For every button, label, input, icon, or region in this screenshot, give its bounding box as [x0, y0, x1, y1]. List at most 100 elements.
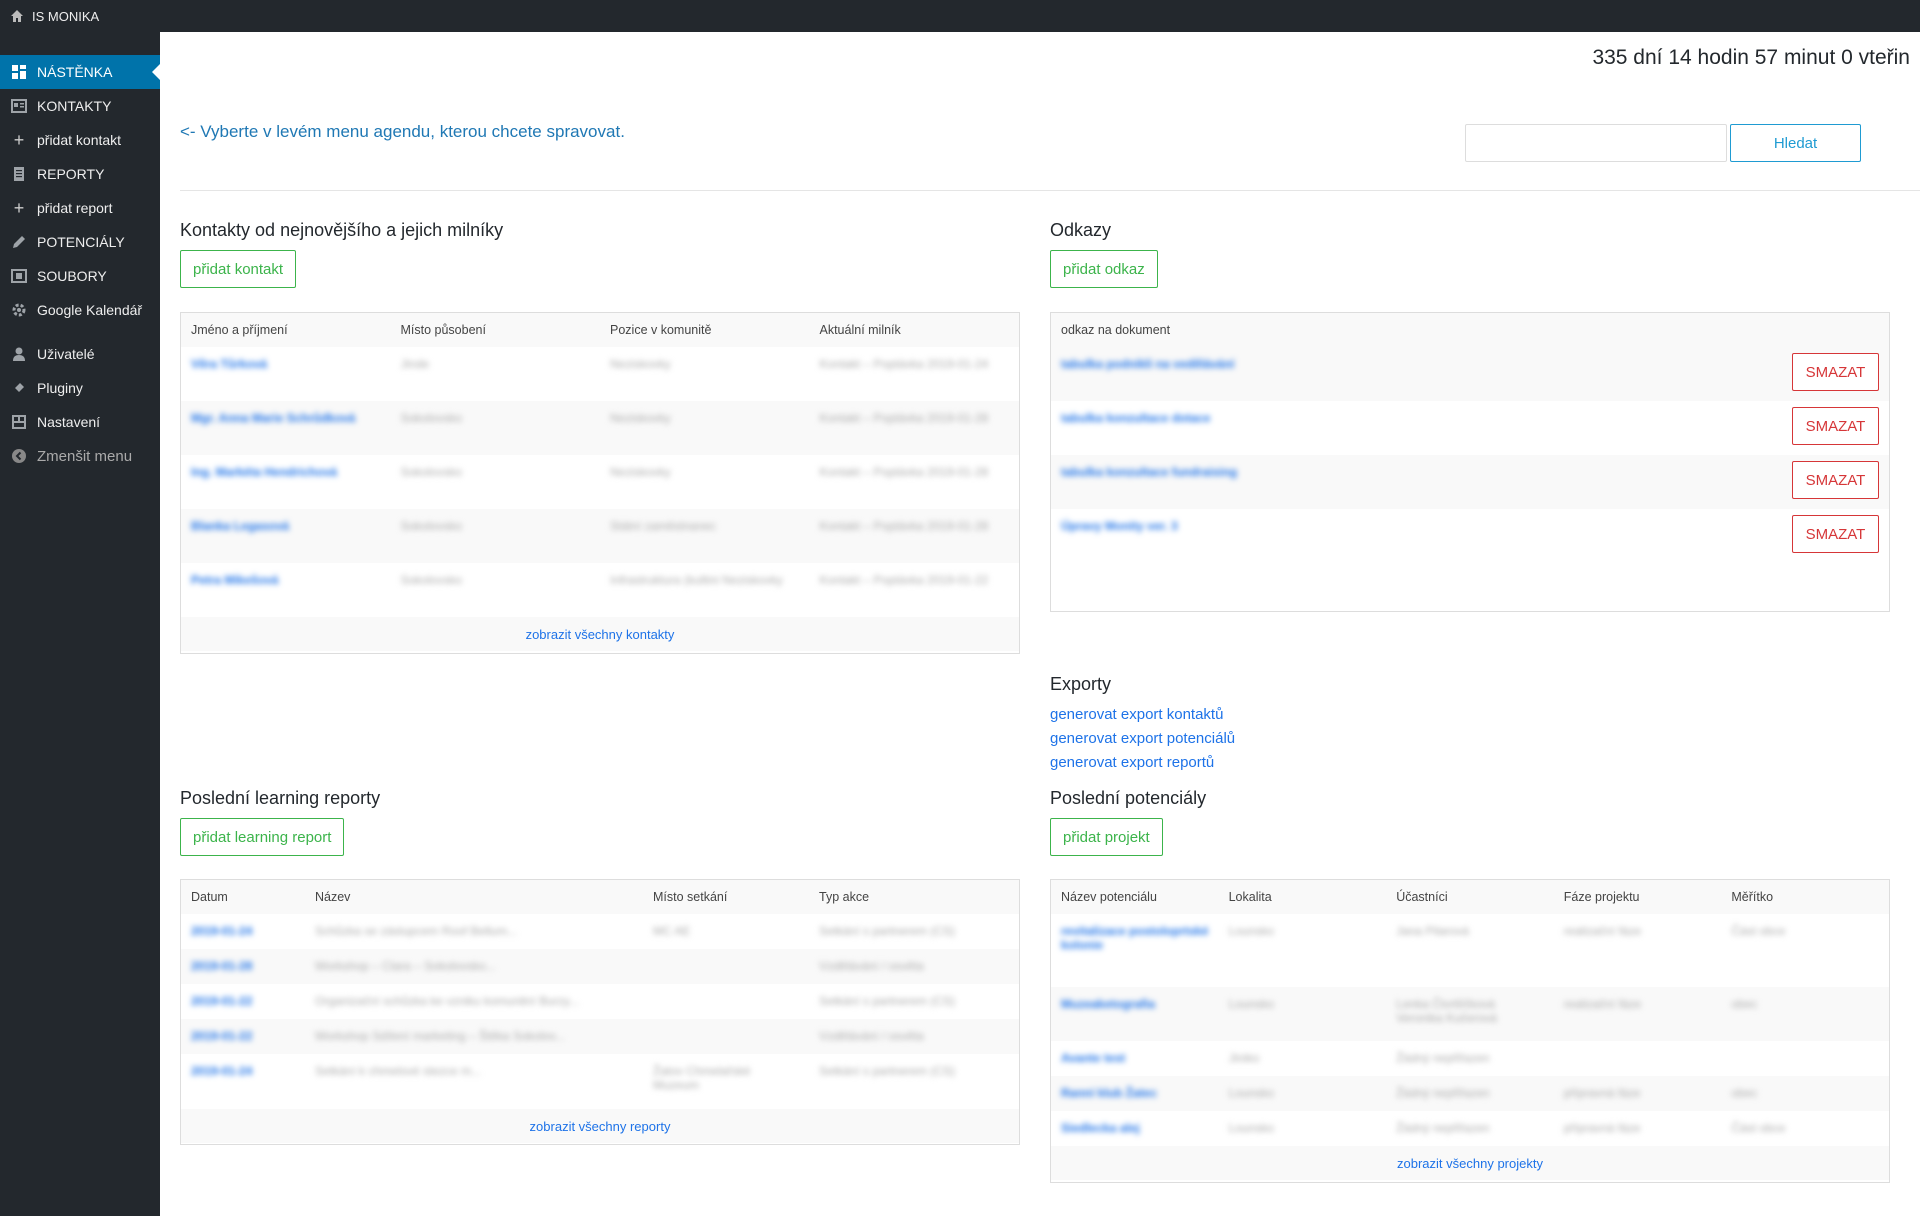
add-link-button[interactable]: přidat odkaz: [1050, 250, 1158, 288]
sidebar-item-label: přidat kontakt: [37, 132, 122, 148]
sidebar-item-google-kalendar[interactable]: Google Kalendář: [0, 293, 160, 327]
table-cell: Žatov Chmelařské Muzeum: [653, 1064, 751, 1092]
add-contact-button[interactable]: přidat kontakt: [180, 250, 297, 288]
table-cell: Žádný nepřiřazen: [1396, 1051, 1490, 1065]
column-header: Místo setkání: [653, 890, 728, 904]
table-cell: Lounsko: [1228, 924, 1274, 938]
delete-button[interactable]: SMAZAT: [1792, 407, 1879, 445]
sidebar-item-nastaveni[interactable]: Nastavení: [0, 405, 160, 439]
table-cell: Jiniko: [1228, 1051, 1260, 1065]
table-cell: Vzdělávání / osvěta: [819, 1029, 924, 1043]
table-cell: Setkání s partnerem (CS): [819, 924, 956, 938]
delete-button[interactable]: SMAZAT: [1792, 461, 1879, 499]
plugin-icon: [10, 379, 28, 397]
export-potentials-link[interactable]: generovat export potenciálů: [1050, 730, 1235, 747]
agenda-hint: <- Vyberte v levém menu agendu, kterou c…: [180, 122, 625, 141]
sidebar-item-pluginy[interactable]: Pluginy: [0, 371, 160, 405]
table-cell: Žádný nepřiřazen: [1396, 1086, 1490, 1100]
table-row: tabulka konzultace fundraising SMAZAT: [1051, 455, 1889, 509]
table-cell: obec: [1731, 997, 1758, 1011]
add-learning-report-button[interactable]: přidat learning report: [180, 818, 345, 856]
files-icon: [10, 267, 28, 285]
table-cell: Lounsko: [1228, 1086, 1274, 1100]
potential-name-link[interactable]: Avante test: [1051, 1041, 1219, 1076]
table-cell: Infrastruktura (kultini Neziskovky: [610, 573, 783, 587]
potential-name-link[interactable]: revitalizace postoloprtské kolonie: [1051, 914, 1219, 987]
table-cell: Jinde: [400, 357, 430, 371]
document-link[interactable]: tabulka podnikli na vedělávání: [1051, 347, 1244, 381]
report-date-link[interactable]: 2019-01-28: [181, 949, 305, 984]
table-cell: přípravná fáze: [1563, 1086, 1641, 1100]
table-row: 2019-01-22 Organizační schůzka ke vzniku…: [181, 984, 1019, 1019]
column-header: Název potenciálu: [1061, 890, 1157, 904]
gear-icon: [10, 301, 28, 319]
add-project-button[interactable]: přidat projekt: [1050, 818, 1163, 856]
site-name[interactable]: IS MONIKA: [32, 9, 99, 24]
search-input[interactable]: [1465, 124, 1727, 162]
delete-button[interactable]: SMAZAT: [1792, 515, 1879, 553]
sidebar-item-label: přidat report: [37, 200, 113, 216]
sidebar-item-pridat-report[interactable]: + přidat report: [0, 191, 160, 225]
sidebar-item-pridat-kontakt[interactable]: + přidat kontakt: [0, 123, 160, 157]
table-cell: Workshop – Clara – Sokolovsko...: [315, 959, 496, 973]
table-header: Datum Název Místo setkání Typ akce: [181, 880, 1019, 914]
sidebar-item-label: Nastavení: [37, 414, 101, 430]
sidebar-collapse-menu[interactable]: Zmenšit menu: [0, 439, 160, 473]
table-cell: Neziskovky: [610, 465, 671, 479]
potentials-table: Název potenciálu Lokalita Účastníci Fáze…: [1050, 879, 1890, 1183]
document-link[interactable]: tabulka konzultace dotace: [1051, 401, 1220, 435]
export-contacts-link[interactable]: generovat export kontaktů: [1050, 706, 1223, 723]
contacts-title: Kontakty od nejnovějšího a jejich milník…: [180, 220, 504, 240]
report-date-link[interactable]: 2019-01-24: [181, 1054, 305, 1109]
admin-topbar: IS MONIKA: [0, 0, 1920, 32]
sidebar-item-kontakty[interactable]: KONTAKTY: [0, 89, 160, 123]
show-all-projects-link[interactable]: zobrazit všechny projekty: [1051, 1146, 1889, 1180]
report-date-link[interactable]: 2019-01-24: [181, 914, 305, 949]
report-date-link[interactable]: 2019-01-22: [181, 1019, 305, 1054]
table-row: Ranní klub Žatec Lounsko Žádný nepřiřaze…: [1051, 1076, 1889, 1111]
user-icon: [10, 345, 28, 363]
sidebar-item-uzivatele[interactable]: Uživatelé: [0, 337, 160, 371]
search-button[interactable]: Hledat: [1730, 124, 1861, 162]
document-link[interactable]: Úpravy Monity ver. 3: [1051, 509, 1188, 543]
export-reports-link[interactable]: generovat export reportů: [1050, 754, 1214, 771]
contacts-table: Jméno a příjmení Místo působení Pozice v…: [180, 312, 1020, 654]
contact-name-link[interactable]: Blanka Legasová: [181, 509, 391, 563]
admin-sidebar: NÁSTĚNKA KONTAKTY + přidat kontakt REPOR…: [0, 32, 160, 1216]
potential-name-link[interactable]: Ranní klub Žatec: [1051, 1076, 1219, 1111]
document-link[interactable]: tabulka konzultace fundraising: [1051, 455, 1247, 489]
potential-name-link[interactable]: Muzeaketografia: [1051, 987, 1219, 1041]
table-row: 2019-01-24 Setkání k chmelové stezce m..…: [181, 1054, 1019, 1109]
table-cell: Setkání s partnerem (CS): [819, 994, 956, 1008]
table-row: Avante test Jiniko Žádný nepřiřazen: [1051, 1041, 1889, 1076]
table-cell: [1554, 1041, 1722, 1076]
pencil-icon: [10, 233, 28, 251]
sidebar-item-reporty[interactable]: REPORTY: [0, 157, 160, 191]
contact-name-link[interactable]: Věra Tůrková: [181, 347, 391, 401]
delete-button[interactable]: SMAZAT: [1792, 353, 1879, 391]
countdown-timer: 335 dní 14 hodin 57 minut 0 vteřin: [1592, 46, 1910, 69]
show-all-reports-link[interactable]: zobrazit všechny reporty: [181, 1109, 1019, 1143]
table-cell: Sokolovsko: [400, 465, 462, 479]
document-icon: [10, 165, 28, 183]
table-cell: Organizační schůzka ke vzniku komunitní …: [315, 994, 579, 1008]
table-cell: [643, 984, 809, 1019]
column-header: Pozice v komunitě: [610, 323, 712, 337]
show-all-contacts-link[interactable]: zobrazit všechny kontakty: [181, 617, 1019, 651]
contact-name-link[interactable]: Mgr. Anna Marie Schrůdková: [181, 401, 391, 455]
collapse-icon: [10, 447, 28, 465]
report-date-link[interactable]: 2019-01-22: [181, 984, 305, 1019]
sidebar-item-nastenka[interactable]: NÁSTĚNKA: [0, 55, 160, 89]
home-icon[interactable]: [10, 8, 26, 24]
sidebar-item-soubory[interactable]: SOUBORY: [0, 259, 160, 293]
column-header: Datum: [191, 890, 228, 904]
table-cell: MC AE: [653, 924, 691, 938]
table-header: odkaz na dokument: [1051, 313, 1889, 347]
table-row: Ing. Markéta Hendrichová Sokolovsko Nezi…: [181, 455, 1019, 509]
links-table: odkaz na dokument tabulka podnikli na ve…: [1050, 312, 1890, 612]
contact-name-link[interactable]: Petra Mikešová: [181, 563, 391, 617]
table-cell: [643, 1019, 809, 1054]
sidebar-item-potencialy[interactable]: POTENCIÁLY: [0, 225, 160, 259]
potential-name-link[interactable]: Siedlecka alej: [1051, 1111, 1219, 1146]
contact-name-link[interactable]: Ing. Markéta Hendrichová: [181, 455, 391, 509]
